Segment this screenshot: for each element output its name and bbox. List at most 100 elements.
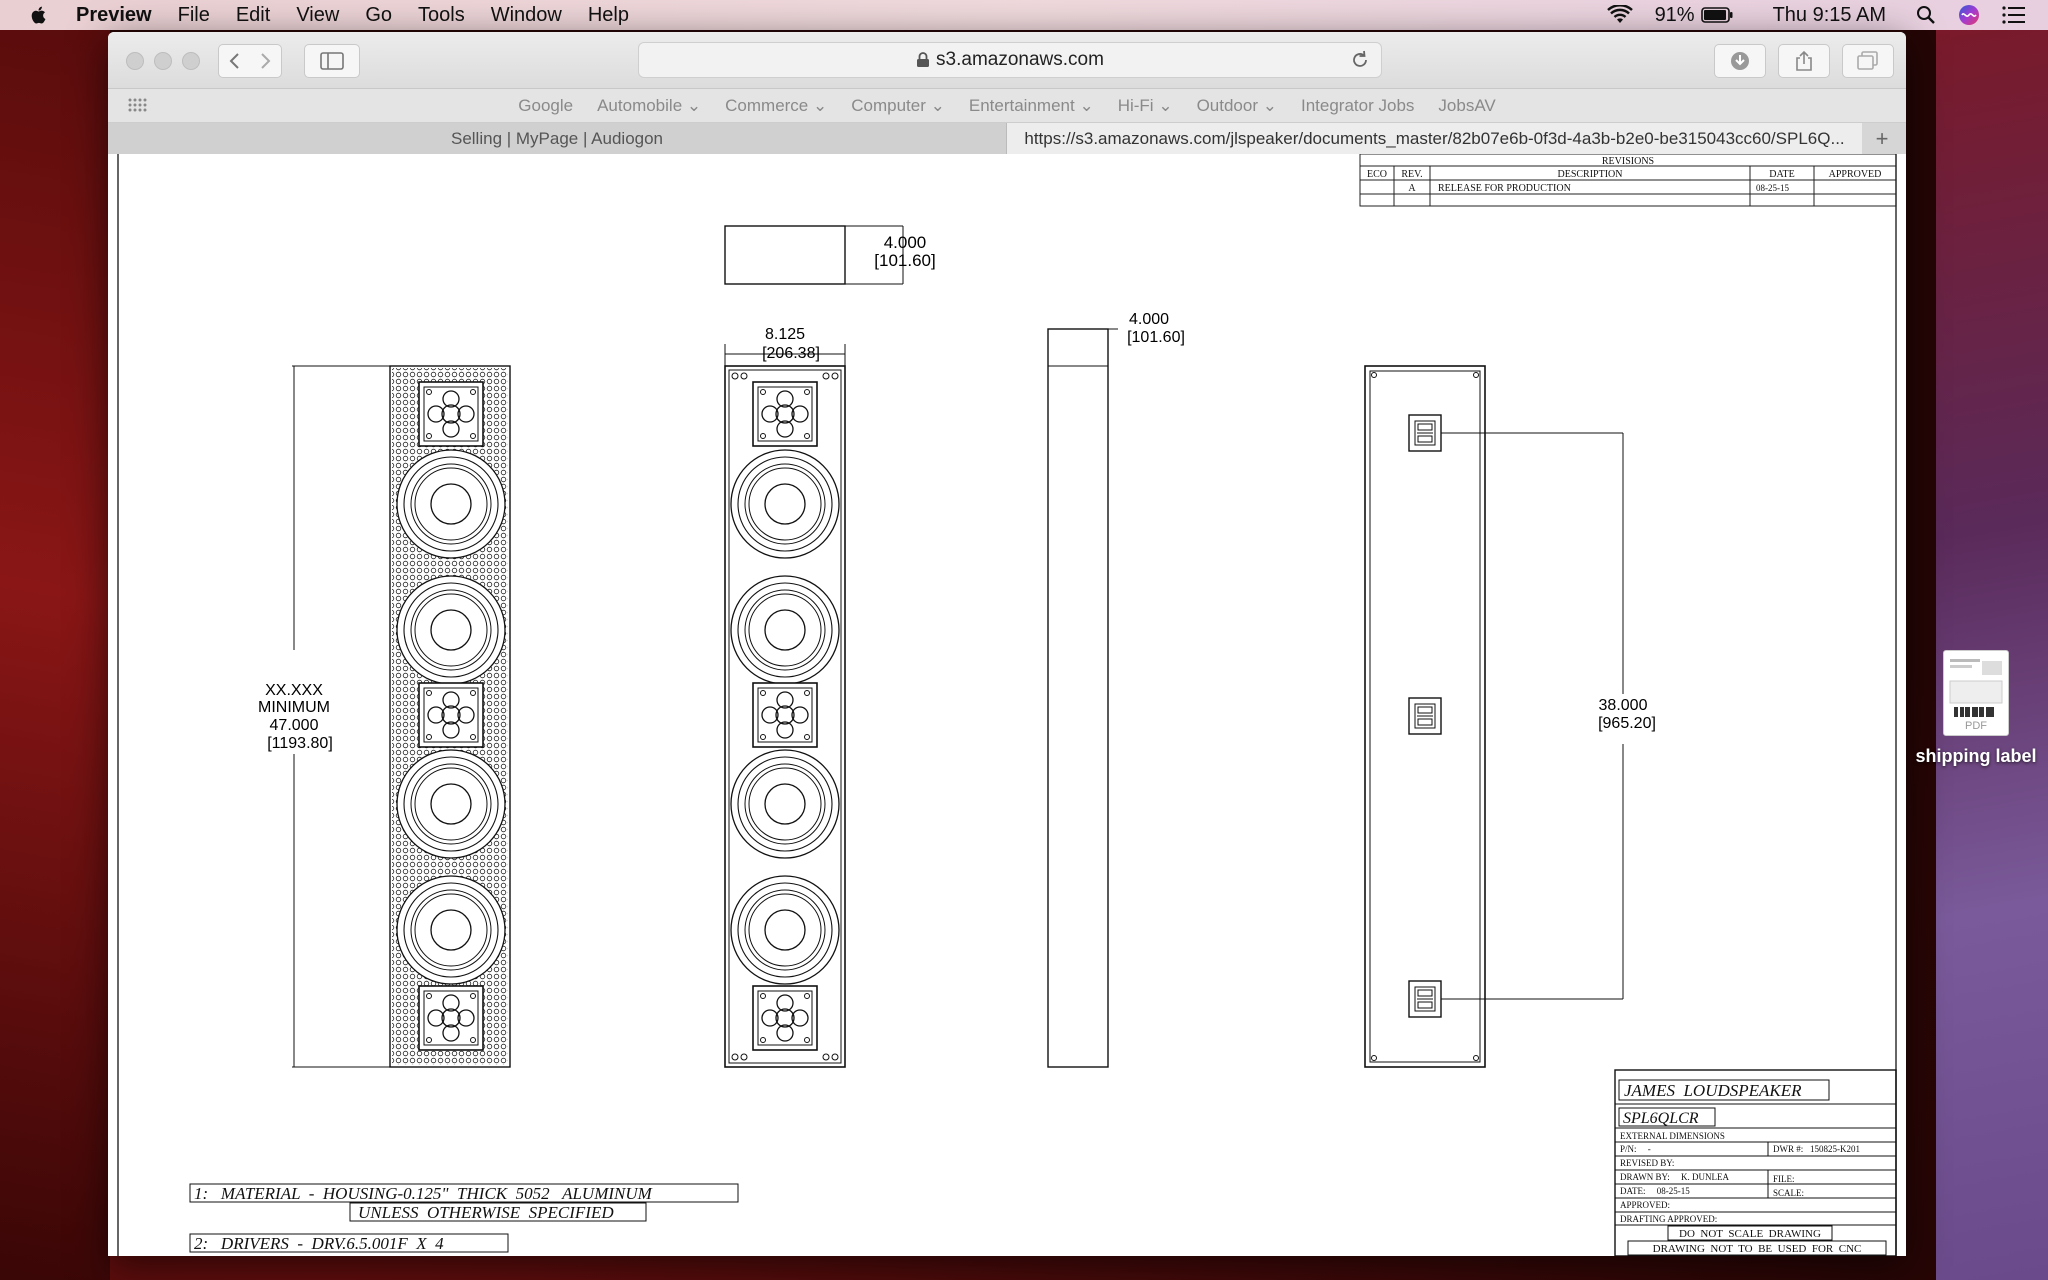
desktop-background-left bbox=[0, 30, 110, 1280]
revisions-header-eco: ECO bbox=[1367, 169, 1387, 180]
siri-icon[interactable] bbox=[1958, 4, 1980, 26]
pdf-file-type: PDF bbox=[1965, 720, 1987, 732]
note-2-drivers: 2: DRIVERS - DRV.6.5.001F X 4 bbox=[194, 1234, 444, 1253]
spotlight-search-icon[interactable] bbox=[1916, 5, 1936, 25]
favorite-hifi[interactable]: Hi-Fi ⌄ bbox=[1118, 96, 1173, 116]
menu-window[interactable]: Window bbox=[491, 4, 562, 27]
company-name: JAMES LOUDSPEAKER bbox=[1624, 1081, 1802, 1100]
desktop-file-name: shipping label bbox=[1915, 746, 2037, 766]
favorite-computer-label: Computer bbox=[851, 95, 926, 115]
model-number: SPL6QLCR bbox=[1623, 1110, 1699, 1127]
favorite-commerce-label: Commerce bbox=[725, 95, 809, 115]
favorite-entertainment-label: Entertainment bbox=[968, 95, 1075, 115]
address-bar[interactable]: s3.amazonaws.com bbox=[638, 42, 1382, 78]
do-not-scale-warning: DO NOT SCALE DRAWING bbox=[1679, 1228, 1821, 1240]
tab-audiogon[interactable]: Selling | MyPage | Audiogon bbox=[108, 123, 1007, 155]
favorite-computer[interactable]: Computer ⌄ bbox=[851, 96, 945, 116]
revisions-cell: 08-25-15 bbox=[1756, 183, 1789, 193]
browser-toolbar: s3.amazonaws.com bbox=[108, 32, 1906, 89]
drawing-title: EXTERNAL DIMENSIONS bbox=[1620, 1131, 1725, 1141]
favorite-integrator-jobs[interactable]: Integrator Jobs bbox=[1301, 96, 1414, 116]
close-window-button[interactable] bbox=[126, 52, 144, 70]
width-inches: 8.125 bbox=[765, 326, 805, 343]
menu-view[interactable]: View bbox=[296, 4, 339, 27]
pdf-drawing-view: REVISIONS ECO REV. DESCRIPTION DATE APPR… bbox=[108, 154, 1906, 1256]
part-number: P/N: - bbox=[1620, 1144, 1651, 1154]
chevron-down-icon: ⌄ bbox=[1158, 95, 1173, 115]
back-button[interactable] bbox=[220, 51, 250, 71]
favorite-outdoor[interactable]: Outdoor ⌄ bbox=[1197, 96, 1277, 116]
minimize-window-button[interactable] bbox=[154, 52, 172, 70]
favorite-jobsav[interactable]: JobsAV bbox=[1438, 96, 1495, 116]
height-inches: 47.000 bbox=[270, 717, 319, 734]
chevron-down-icon: ⌄ bbox=[813, 95, 828, 115]
favorite-entertainment[interactable]: Entertainment ⌄ bbox=[969, 96, 1094, 116]
menu-app-name[interactable]: Preview bbox=[76, 4, 152, 27]
title-block: JAMES LOUDSPEAKER SPL6QLCR EXTERNAL DIME… bbox=[1614, 1069, 1897, 1256]
drawn-by: DRAWN BY: K. DUNLEA bbox=[1620, 1172, 1729, 1182]
favorites-bar: Google Automobile ⌄ Commerce ⌄ Computer … bbox=[108, 89, 1906, 123]
mount-spacing-inches: 38.000 bbox=[1599, 697, 1648, 714]
show-tabs-button[interactable] bbox=[1842, 44, 1894, 78]
revisions-table: REVISIONS ECO REV. DESCRIPTION DATE APPR… bbox=[1359, 154, 1897, 207]
chevron-down-icon: ⌄ bbox=[1079, 95, 1094, 115]
file-field: FILE: bbox=[1773, 1174, 1795, 1184]
download-icon bbox=[1731, 52, 1749, 70]
tabs-overview-icon bbox=[1857, 51, 1878, 70]
revised-by: REVISED BY: bbox=[1620, 1158, 1674, 1168]
favorite-google[interactable]: Google bbox=[518, 96, 573, 116]
browser-window: s3.amazonaws.com Google Automobile ⌄ Com… bbox=[108, 32, 1906, 1256]
side-depth-mm: [101.60] bbox=[1127, 329, 1185, 346]
sidebar-toggle-button[interactable] bbox=[304, 44, 360, 78]
note-1-material: 1: MATERIAL - HOUSING-0.125" THICK 5052 … bbox=[194, 1184, 653, 1203]
front-view-drivers: 8.125 [206.38] bbox=[724, 326, 846, 1068]
zoom-window-button[interactable] bbox=[182, 52, 200, 70]
notification-center-icon[interactable] bbox=[2002, 6, 2026, 24]
height-label-minimum: MINIMUM bbox=[258, 699, 330, 716]
width-mm: [206.38] bbox=[762, 345, 820, 362]
drawing-date: DATE: 08-25-15 bbox=[1620, 1186, 1690, 1196]
tab-spec-drawing[interactable]: https://s3.amazonaws.com/jlspeaker/docum… bbox=[1007, 123, 1862, 155]
drafting-approved: DRAFTING APPROVED: bbox=[1620, 1214, 1717, 1224]
revisions-header-description: DESCRIPTION bbox=[1557, 169, 1622, 180]
battery-status[interactable]: 91% bbox=[1655, 4, 1733, 27]
menu-clock[interactable]: Thu 9:15 AM bbox=[1773, 4, 1886, 27]
lock-icon bbox=[917, 52, 930, 67]
new-tab-button[interactable]: + bbox=[1862, 123, 1902, 155]
revisions-header-rev: REV. bbox=[1401, 169, 1422, 180]
back-forward-group bbox=[218, 44, 282, 78]
technical-drawing: REVISIONS ECO REV. DESCRIPTION DATE APPR… bbox=[117, 154, 1897, 1256]
chevron-down-icon: ⌄ bbox=[1262, 95, 1277, 115]
favorite-commerce[interactable]: Commerce ⌄ bbox=[725, 96, 827, 116]
top-view: 4.000 [101.60] bbox=[724, 225, 936, 285]
url-host: s3.amazonaws.com bbox=[936, 49, 1104, 70]
forward-button[interactable] bbox=[250, 51, 280, 71]
reload-icon[interactable] bbox=[1349, 49, 1371, 71]
apple-icon[interactable] bbox=[28, 4, 50, 26]
pdf-file-icon: PDF bbox=[1943, 650, 2009, 736]
desktop-file-shipping-label[interactable]: PDF shipping label bbox=[1904, 650, 2048, 767]
show-all-bookmarks-icon[interactable] bbox=[128, 97, 150, 113]
menu-go[interactable]: Go bbox=[365, 4, 392, 27]
favorite-automobile[interactable]: Automobile ⌄ bbox=[597, 96, 701, 116]
menu-edit[interactable]: Edit bbox=[236, 4, 270, 27]
revisions-header-date: DATE bbox=[1769, 169, 1795, 180]
menu-help[interactable]: Help bbox=[588, 4, 629, 27]
favorite-automobile-label: Automobile bbox=[597, 95, 683, 115]
revisions-header-approved: APPROVED bbox=[1829, 169, 1882, 180]
wifi-icon[interactable] bbox=[1606, 5, 1633, 25]
revisions-cell: A bbox=[1408, 183, 1416, 194]
downloads-button[interactable] bbox=[1714, 44, 1766, 78]
revisions-title: REVISIONS bbox=[1602, 156, 1654, 167]
drawing-notes: 1: MATERIAL - HOUSING-0.125" THICK 5052 … bbox=[189, 1183, 739, 1253]
share-button[interactable] bbox=[1778, 44, 1830, 78]
share-icon bbox=[1796, 50, 1812, 71]
menu-tools[interactable]: Tools bbox=[418, 4, 465, 27]
revisions-cell: RELEASE FOR PRODUCTION bbox=[1438, 183, 1571, 194]
menu-file[interactable]: File bbox=[178, 4, 210, 27]
drawing-number: DWR #: 150825-K201 bbox=[1773, 1144, 1860, 1154]
top-depth-mm: [101.60] bbox=[874, 251, 935, 270]
battery-percent: 91% bbox=[1654, 3, 1695, 26]
chevron-down-icon: ⌄ bbox=[930, 95, 945, 115]
not-for-cnc-warning: DRAWING NOT TO BE USED FOR CNC bbox=[1653, 1243, 1862, 1255]
